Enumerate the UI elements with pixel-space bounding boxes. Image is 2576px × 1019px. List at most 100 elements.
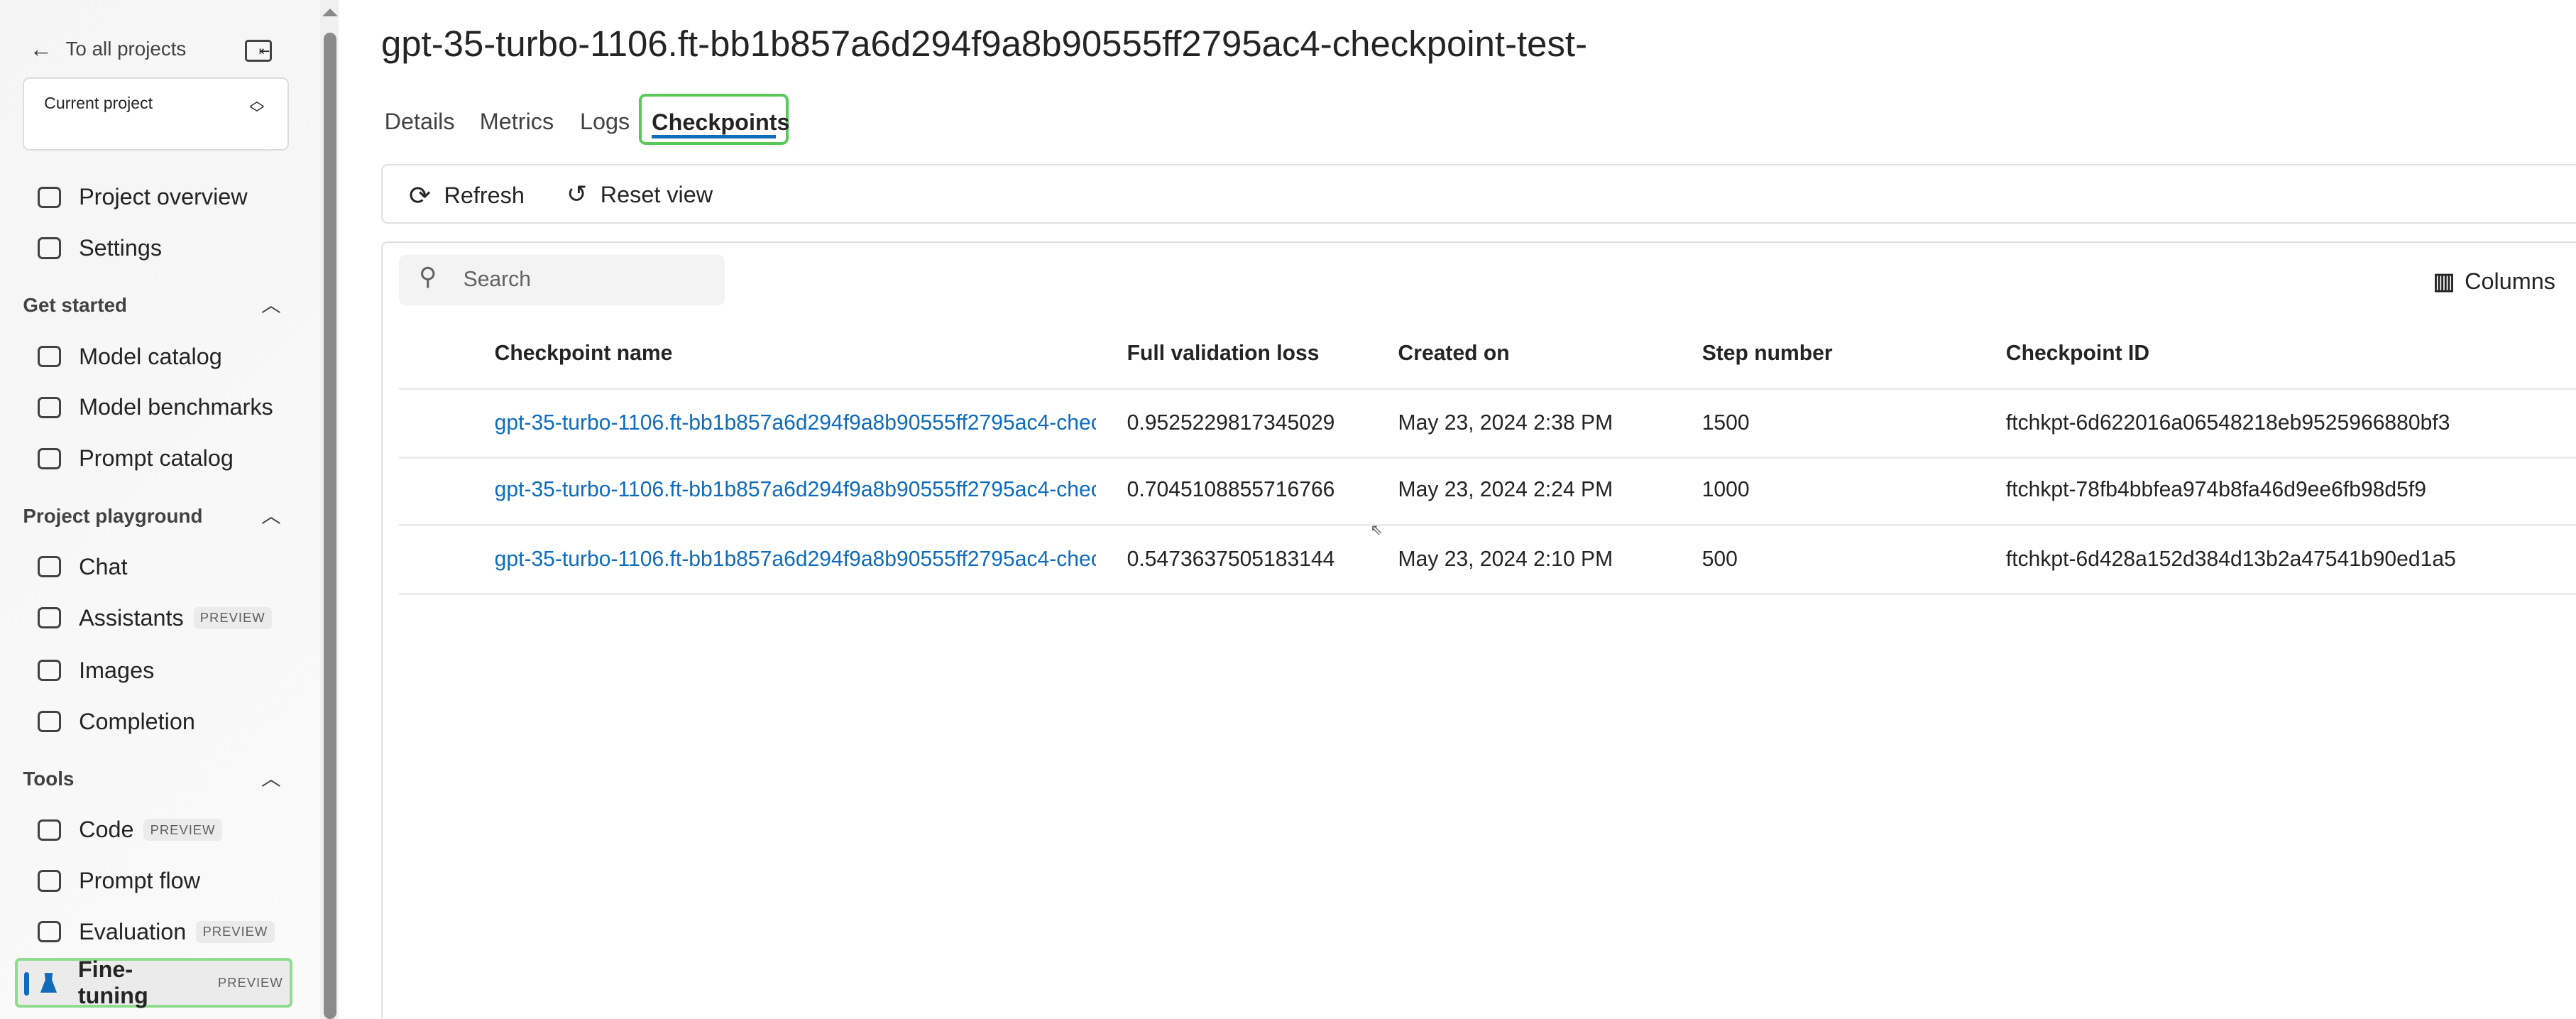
row-divider (399, 388, 2576, 390)
page-title: gpt-35-turbo-1106.ft-bb1b857a6d294f9a8b9… (380, 23, 1588, 65)
header-validation-loss[interactable]: Full validation loss (1127, 342, 1320, 366)
collapse-sidebar-icon[interactable]: ⇤ (244, 39, 273, 62)
refresh-icon: ⟳ (408, 180, 431, 211)
table-cell: 0.7045108855716766 (1127, 478, 1335, 502)
sidebar-item-label: Code (79, 817, 134, 843)
sidebar-item-label: Prompt flow (79, 868, 201, 893)
search-icon: ⚲ (419, 263, 437, 291)
prompt-sparkle-icon (33, 444, 65, 474)
sidebar-item-label: Model benchmarks (79, 394, 273, 420)
sidebar-item-label: Chat (79, 553, 128, 579)
reset-icon: ↺ (566, 181, 588, 209)
cube-icon (33, 342, 65, 371)
header-checkpoint-id[interactable]: Checkpoint ID (2006, 342, 2149, 366)
section-header-get-started[interactable]: Get started (23, 294, 127, 317)
chevron-up-icon[interactable]: ︿ (261, 763, 281, 791)
columns-label: Columns (2465, 268, 2555, 294)
table-cell: May 23, 2024 2:38 PM (1398, 410, 1613, 435)
tab-details[interactable]: Details (385, 109, 455, 135)
columns-icon: ▥ (2433, 268, 2455, 295)
sidebar-item-assistants[interactable]: Assistants PREVIEW (33, 600, 272, 636)
preview-badge: PREVIEW (143, 819, 222, 841)
table-cell: May 23, 2024 2:10 PM (1398, 547, 1613, 571)
refresh-label: Refresh (444, 182, 525, 209)
sidebar-item-chat[interactable]: Chat (33, 549, 127, 585)
tab-checkpoints-label: Checkpoints (652, 109, 790, 136)
sidebar-item-prompt-flow[interactable]: Prompt flow (33, 863, 200, 899)
checkpoint-name-link[interactable]: gpt-35-turbo-1106.ft-bb1b857a6d294f9a8b9… (495, 478, 1096, 502)
sidebar-item-fine-tuning[interactable]: Fine-tuning PREVIEW (14, 957, 292, 1008)
columns-button[interactable]: ▥ Columns (2433, 268, 2555, 295)
scrollbar-thumb[interactable] (323, 33, 337, 1019)
chevron-up-down-icon: ︿ ﹀ (249, 92, 265, 123)
mouse-cursor: ⇖ (1370, 521, 1383, 538)
arrow-left-icon: ← (29, 36, 53, 62)
chat-icon (33, 552, 65, 582)
table-cell: 1500 (1701, 410, 1750, 435)
section-header-project-playground[interactable]: Project playground (23, 505, 202, 528)
sidebar-item-model-catalog[interactable]: Model catalog (33, 339, 222, 375)
sidebar-item-label: Images (79, 657, 155, 683)
project-selector[interactable]: Current project ︿ ﹀ (23, 77, 289, 151)
table-cell: 1000 (1701, 478, 1750, 502)
sidebar-item-label: Evaluation (79, 918, 187, 944)
selected-indicator (24, 972, 30, 996)
sidebar-item-label: Completion (79, 708, 195, 734)
project-selector-label: Current project (44, 93, 153, 112)
sidebar-item-label: Assistants (79, 604, 184, 631)
chevron-up-icon[interactable]: ︿ (261, 289, 281, 317)
scroll-up-icon[interactable] (322, 9, 338, 16)
table-cell: ftchkpt-78fb4bbfea974b8fa46d9ee6fb98d5f9 (2005, 478, 2426, 502)
checkpoint-name-link[interactable]: gpt-35-turbo-1106.ft-bb1b857a6d294f9a8b9… (495, 411, 1096, 435)
back-label: To all projects (65, 38, 187, 60)
sidebar-item-evaluation[interactable]: Evaluation PREVIEW (33, 914, 275, 950)
table-cell: 500 (1701, 547, 1738, 571)
preview-badge: PREVIEW (193, 606, 272, 629)
table-cell: May 23, 2024 2:24 PM (1398, 478, 1613, 502)
completion-icon (33, 707, 65, 736)
flow-icon (33, 866, 65, 896)
refresh-button[interactable]: ⟳ Refresh (409, 180, 525, 211)
search-input[interactable]: ⚲ Search (399, 254, 725, 306)
table-cell: 0.5473637505183144 (1127, 547, 1335, 571)
chevron-up-icon[interactable]: ︿ (261, 500, 281, 528)
active-tab-indicator (652, 135, 777, 139)
sidebar-item-project-overview[interactable]: Project overview (33, 179, 248, 215)
sidebar-item-completion[interactable]: Completion (33, 704, 195, 740)
checkpoint-name-link[interactable]: gpt-35-turbo-1106.ft-bb1b857a6d294f9a8b9… (495, 547, 1096, 572)
image-icon (33, 655, 65, 685)
sidebar-item-label: Project overview (79, 184, 248, 210)
table-cell: ftchkpt-6d622016a06548218eb9525966880bf3 (2005, 410, 2450, 435)
sidebar-item-label: Fine-tuning (77, 957, 148, 1008)
sidebar: ← To all projects ⇤ Current project ︿ ﹀ P… (0, 0, 321, 1019)
section-header-tools[interactable]: Tools (23, 768, 74, 790)
header-created-on[interactable]: Created on (1398, 342, 1510, 366)
row-divider (399, 524, 2576, 526)
tab-checkpoints[interactable]: Checkpoints (639, 93, 790, 145)
sidebar-item-code[interactable]: Code PREVIEW (33, 812, 222, 848)
preview-badge: PREVIEW (196, 920, 275, 943)
tab-logs[interactable]: Logs (580, 109, 630, 135)
search-placeholder: Search (463, 268, 531, 292)
sidebar-item-label: Model catalog (79, 343, 222, 369)
gear-icon (33, 234, 65, 263)
scale-icon (33, 917, 65, 947)
back-to-projects-link[interactable]: ← To all projects (30, 36, 187, 62)
header-checkpoint-name[interactable]: Checkpoint name (495, 342, 673, 366)
header-step-number[interactable]: Step number (1702, 342, 1833, 366)
sidebar-item-images[interactable]: Images (33, 653, 154, 689)
flask-icon (33, 968, 65, 998)
preview-badge: PREVIEW (211, 971, 290, 994)
sidebar-item-prompt-catalog[interactable]: Prompt catalog (33, 440, 234, 476)
reset-view-button[interactable]: ↺ Reset view (566, 180, 713, 209)
bot-icon (33, 603, 65, 633)
tab-metrics[interactable]: Metrics (480, 109, 554, 135)
scale-icon (33, 393, 65, 423)
row-divider (399, 593, 2576, 595)
sidebar-item-settings[interactable]: Settings (33, 230, 162, 266)
reset-label: Reset view (600, 181, 713, 207)
table-cell: 0.9525229817345029 (1127, 410, 1335, 435)
house-grid-icon (33, 182, 65, 212)
sidebar-item-model-benchmarks[interactable]: Model benchmarks (33, 390, 273, 426)
table-cell: ftchkpt-6d428a152d384d13b2a47541b90ed1a5 (2005, 547, 2456, 571)
